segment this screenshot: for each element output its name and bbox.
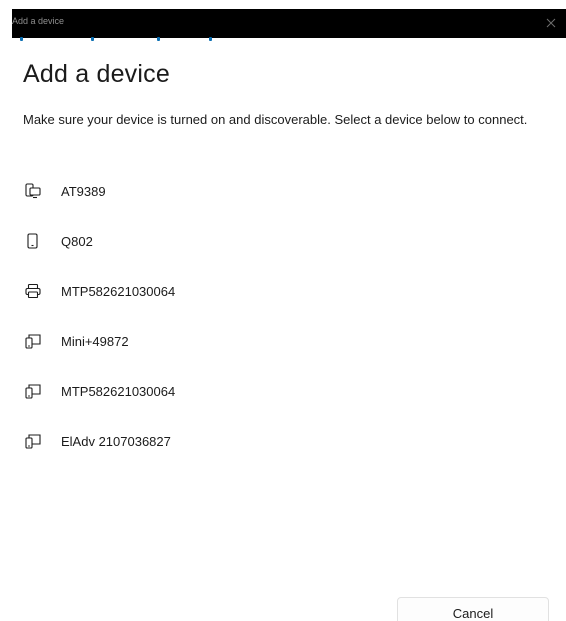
progress-dot — [209, 37, 212, 41]
progress-dot — [20, 37, 23, 41]
printer-icon — [22, 280, 44, 302]
device-generic-icon — [22, 430, 44, 452]
phone-icon — [22, 230, 44, 252]
cancel-button[interactable]: Cancel — [397, 597, 549, 621]
device-name: AT9389 — [61, 183, 106, 199]
device-item[interactable]: Q802 — [16, 216, 546, 266]
device-item[interactable]: MTP582621030064 — [16, 266, 546, 316]
device-name: MTP582621030064 — [61, 283, 176, 299]
close-icon — [546, 15, 556, 33]
title-bar: Add a device — [12, 9, 566, 38]
progress-dot — [91, 37, 94, 41]
phone-computer-icon — [22, 180, 44, 202]
window-title: Add a device — [12, 16, 65, 26]
device-name: ElAdv 2107036827 — [61, 433, 171, 449]
instructions-text: Make sure your device is turned on and d… — [23, 112, 528, 127]
progress-dot — [157, 37, 160, 41]
device-generic-icon — [22, 380, 44, 402]
page-title: Add a device — [23, 60, 170, 88]
device-name: MTP582621030064 — [61, 383, 176, 399]
device-item[interactable]: Mini+49872 — [16, 316, 546, 366]
device-list: AT9389 Q802 MTP582621030064 Mini+49872 M… — [16, 166, 546, 466]
searching-progress-indicator — [20, 37, 240, 45]
device-item[interactable]: MTP582621030064 — [16, 366, 546, 416]
device-name: Mini+49872 — [61, 333, 129, 349]
device-name: Q802 — [61, 233, 93, 249]
device-item[interactable]: ElAdv 2107036827 — [16, 416, 546, 466]
add-device-dialog: Add a device Add a device Make sure your… — [0, 0, 566, 621]
close-button[interactable] — [536, 9, 566, 38]
device-item[interactable]: AT9389 — [16, 166, 546, 216]
device-generic-icon — [22, 330, 44, 352]
